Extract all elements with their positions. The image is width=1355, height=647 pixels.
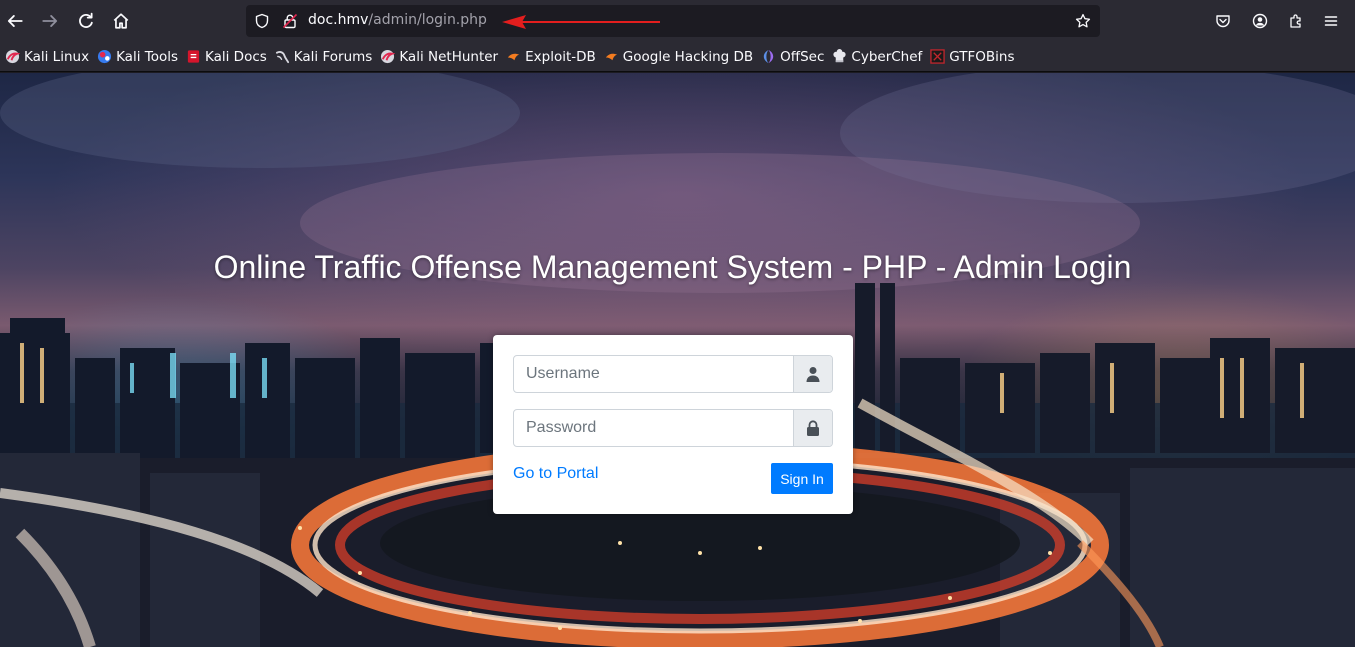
bookmark-label: OffSec [780,48,825,65]
forward-arrow-icon [42,15,58,27]
bookmark-cyberchef[interactable]: CyberChef [829,45,925,69]
bookmark-label: Kali NetHunter [399,48,499,65]
bookmark-label: Exploit-DB [525,48,596,65]
annotation-arrow-icon [502,15,660,29]
account-button[interactable] [1249,10,1271,32]
bookmark-gtfobins[interactable]: GTFOBins [927,45,1017,69]
url-text[interactable]: doc.hmv/admin/login.php [308,12,487,28]
kali-icon [5,49,20,64]
home-icon [113,13,129,29]
bookmark-kali-tools[interactable]: Kali Tools [94,45,181,69]
bookmark-label: Kali Linux [24,48,90,65]
account-icon [1252,13,1268,29]
login-title: Online Traffic Offense Management System… [213,249,1132,285]
kali-docs-icon [187,50,200,63]
username-group [513,355,833,393]
login-page: Online Traffic Offense Management System… [0,73,1355,647]
extensions-puzzle-icon [1290,14,1301,28]
url-path: /admin/login.php [368,12,487,28]
bookmark-label: Google Hacking DB [622,48,754,65]
bookmark-kali-nethunter[interactable]: Kali NetHunter [377,45,501,69]
hamburger-menu-icon [1324,16,1338,26]
pocket-button[interactable] [1212,10,1234,32]
password-input[interactable] [514,410,794,446]
bookmark-label: CyberChef [851,48,923,65]
kali-nethunter-icon [381,49,396,64]
cyberchef-icon [833,49,847,63]
ghdb-icon [605,53,617,61]
bookmark-kali-forums[interactable]: Kali Forums [272,45,376,69]
bookmark-label: Kali Docs [205,48,267,65]
shield-icon[interactable] [254,13,270,29]
pocket-icon [1216,15,1230,28]
url-bar[interactable]: doc.hmv/admin/login.php [246,5,1100,37]
offsec-icon [763,49,774,64]
bookmark-kali-docs[interactable]: Kali Docs [183,45,270,69]
forward-button[interactable] [35,6,65,36]
back-button[interactable] [0,6,30,36]
bookmark-offsec[interactable]: OffSec [758,45,827,69]
password-group [513,409,833,447]
bookmark-exploit-db[interactable]: Exploit-DB [503,45,599,69]
back-arrow-icon [7,15,23,27]
extensions-button[interactable] [1285,10,1307,32]
bookmark-star-icon[interactable] [1075,13,1091,29]
bookmark-google-hacking-db[interactable]: Google Hacking DB [601,45,756,69]
kali-forums-icon [275,51,289,64]
bookmark-label: Kali Tools [116,48,178,65]
insecure-lock-icon[interactable] [282,13,298,29]
bookmark-label: Kali Forums [293,48,373,65]
reload-icon [79,12,93,28]
lock-icon [807,420,819,436]
url-host: doc.hmv [308,12,369,28]
exploit-db-icon [507,53,520,61]
user-icon [806,367,820,382]
kali-tools-icon [98,49,112,64]
reload-button[interactable] [71,6,101,36]
sign-in-button[interactable]: Sign In [771,463,833,494]
password-addon [793,410,832,446]
username-input[interactable] [514,356,794,392]
menu-button[interactable] [1320,10,1342,32]
gtfobins-icon [930,49,946,64]
browser-toolbar: doc.hmv/admin/login.php [0,0,1355,42]
bookmark-label: GTFOBins [949,48,1015,65]
go-to-portal-link[interactable]: Go to Portal [513,465,598,483]
home-button[interactable] [106,6,136,36]
bookmarks-toolbar: Kali Linux Kali Tools Kali Docs Kali For… [0,42,1355,72]
login-card: Go to Portal Sign In [493,335,853,514]
bookmark-kali-linux[interactable]: Kali Linux [2,45,92,69]
username-addon [793,356,832,392]
